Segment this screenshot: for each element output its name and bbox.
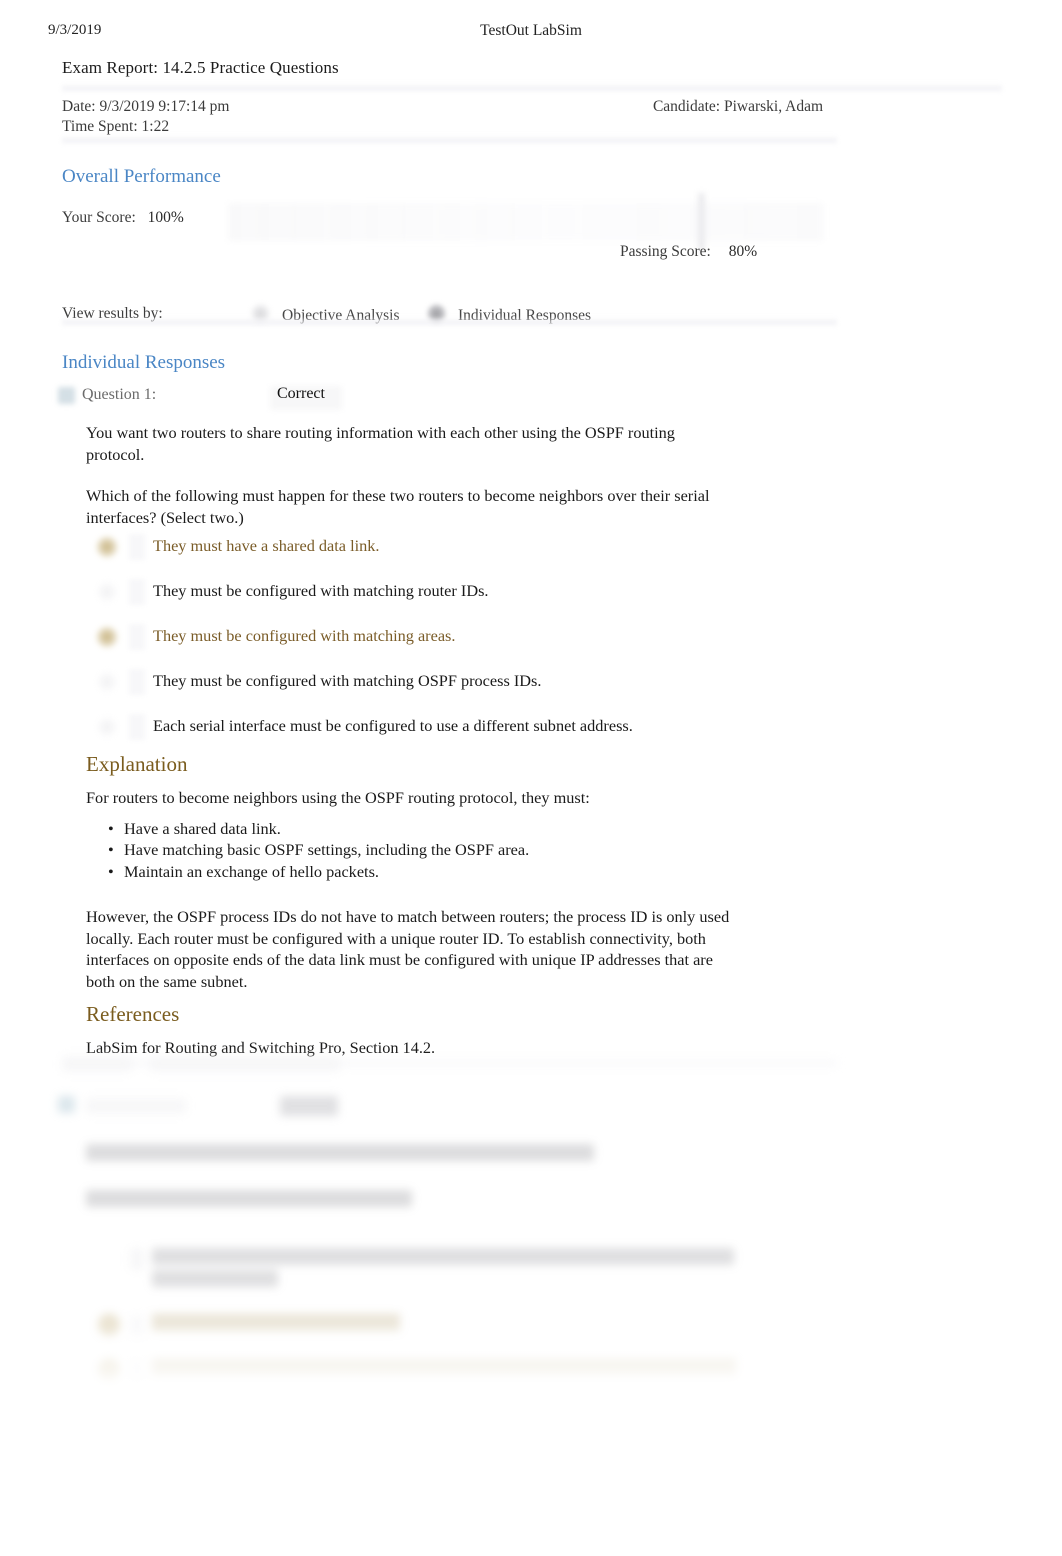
divider-meta [62,136,837,145]
passing-score-row: Passing Score: 80% [620,243,757,261]
explanation-bullet-list: Have a shared data link. Have matching b… [108,818,728,882]
candidate-name: Candidate: Piwarski, Adam [652,98,823,115]
list-item: Have matching basic OSPF settings, inclu… [108,839,728,861]
question-number-label: Question 1: [82,386,157,403]
report-meta: Date: 9/3/2019 9:17:14 pm Candidate: Piw… [62,98,837,135]
passing-score-label: Passing Score: [620,243,711,260]
answer-checkbox-icon[interactable] [129,534,145,560]
question-header: Question 1: Correct [58,385,758,412]
answer-checkbox-icon[interactable] [129,714,145,740]
answer-option[interactable]: They must have a shared data link. [96,534,776,579]
blurred-text-block [152,1248,734,1265]
your-score-row: Your Score: 100% [62,209,184,227]
question-prompt: You want two routers to share routing in… [86,422,736,548]
question-prompt-line-1: You want two routers to share routing in… [86,423,675,464]
your-score-value: 100% [147,209,184,226]
individual-responses-heading: Individual Responses [62,352,226,373]
answer-option-label: They must be configured with matching OS… [153,671,542,690]
blurred-question-flag-icon [58,1096,75,1113]
answer-unselected-icon [96,581,118,603]
answer-selected-icon [96,626,118,648]
question-prompt-line-2: Which of the following must happen for t… [86,486,710,527]
divider-top [62,84,1002,93]
divider-view-by [62,318,837,327]
answer-unselected-icon [96,671,118,693]
blurred-text-block [86,1098,186,1114]
answer-option-label: Each serial interface must be configured… [153,716,633,735]
print-header: 9/3/2019 TestOut LabSim [0,22,1062,44]
blurred-checkbox-icon [130,1248,144,1270]
answer-option-label: They must be configured with matching ar… [153,626,456,645]
answer-checkbox-icon[interactable] [129,579,145,605]
explanation-heading: Explanation [86,752,188,776]
answer-option[interactable]: Each serial interface must be configured… [96,714,776,759]
score-progress-bar [228,193,824,251]
overall-performance-heading: Overall Performance [62,166,221,187]
answer-option[interactable]: They must be configured with matching ro… [96,579,776,624]
answer-options: They must have a shared data link. They … [96,534,776,759]
status-badge: Correct [277,385,325,402]
references-heading: References [86,1002,180,1026]
blurred-text-block [152,1270,278,1287]
time-spent: Time Spent: 1:22 [62,118,170,135]
blurred-status-badge [280,1096,338,1116]
report-date: Date: 9/3/2019 9:17:14 pm [62,98,230,115]
passing-score-value: 80% [728,243,758,260]
question-flag-icon [58,387,75,404]
your-score-label: Your Score: [62,209,136,226]
blurred-text-block [86,1144,594,1161]
blurred-divider [62,1060,837,1066]
site-title: TestOut LabSim [480,22,582,39]
answer-option[interactable]: They must be configured with matching OS… [96,669,776,714]
answer-unselected-icon [96,716,118,738]
list-item: Have a shared data link. [108,818,728,840]
answer-checkbox-icon[interactable] [129,669,145,695]
blurred-text-block [86,1190,412,1207]
list-item: Maintain an exchange of hello packets. [108,861,728,883]
answer-selected-icon [96,536,118,558]
page-title: Exam Report: 14.2.5 Practice Questions [62,58,339,77]
answer-checkbox-icon[interactable] [129,624,145,650]
references-text: LabSim for Routing and Switching Pro, Se… [86,1038,436,1057]
exam-report-page: 9/3/2019 TestOut LabSim Exam Report: 14.… [0,0,1062,1556]
explanation-intro: For routers to become neighbors using th… [86,788,590,807]
page-bottom-fade [0,1290,1062,1410]
answer-option-label: They must have a shared data link. [153,536,380,555]
explanation-tail: However, the OSPF process IDs do not hav… [86,907,730,991]
answer-option-label: They must be configured with matching ro… [153,581,489,600]
answer-option[interactable]: They must be configured with matching ar… [96,624,776,669]
